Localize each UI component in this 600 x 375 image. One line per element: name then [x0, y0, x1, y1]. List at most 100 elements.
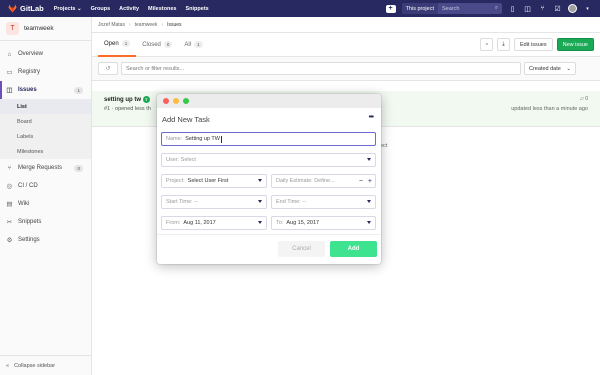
merge-requests-count-badge: 0 [74, 164, 83, 172]
merge-request-icon[interactable]: ⑂ [538, 5, 547, 12]
chevron-down-icon [367, 200, 371, 203]
issues-subnav: List Board Labels Milestones [0, 99, 91, 159]
sidebar-item-label: Snippets [18, 219, 42, 225]
recent-searches-button[interactable]: ↺ [98, 62, 118, 75]
add-task-button[interactable]: Add [330, 241, 377, 257]
filter-bar: ↺ Search or filter results... Created da… [92, 57, 600, 81]
merge-request-icon: ⑂ [7, 164, 12, 172]
sidebar-item-label: Settings [18, 237, 40, 243]
nav-groups[interactable]: Groups [91, 6, 111, 12]
chevron-down-icon[interactable]: ▾ [583, 6, 592, 12]
nav-snippets[interactable]: Snippets [185, 6, 208, 12]
tab-label: All [184, 41, 192, 48]
new-issue-button[interactable]: New issue [556, 38, 594, 51]
breadcrumb-separator: › [128, 21, 131, 28]
filter-search-input[interactable]: Search or filter results... [121, 62, 521, 75]
new-dropdown-plus-icon[interactable]: + [385, 4, 396, 13]
sidebar-item-label: Overview [18, 51, 44, 57]
gitlab-logo[interactable]: GitLab [8, 4, 44, 13]
chevron-down-icon [367, 221, 371, 224]
issue-meta: #1 · opened less th [104, 106, 151, 112]
collapse-sidebar-button[interactable]: « Collapse sidebar [0, 355, 91, 375]
sidebar-subitem-labels[interactable]: Labels [0, 129, 91, 144]
breadcrumb: Jozef Matas › teamweek › Issues [92, 17, 600, 33]
rss-button[interactable]: ◔ [480, 38, 494, 51]
sidebar-item-merge-requests[interactable]: ⑂ Merge Requests 0 [0, 159, 91, 177]
sidebar-item-issues[interactable]: ◫ Issues 1 [0, 81, 91, 99]
daily-estimate-label: Daily Estimate: Define... [276, 178, 335, 184]
to-date-label: To: [276, 220, 284, 226]
breadcrumb-user[interactable]: Jozef Matas [98, 22, 125, 28]
tab-label: Closed [142, 41, 161, 48]
to-date-value: Aug 15, 2017 [286, 220, 320, 226]
search-input[interactable]: Search ⌕ [438, 3, 502, 14]
snippets-icon: ✂ [6, 219, 13, 226]
start-time-label: Start Time: -- [166, 199, 198, 205]
breadcrumb-separator: › [161, 21, 164, 28]
task-name-input[interactable]: Name: Setting up TW [161, 132, 376, 146]
end-time-label: End Time: -- [276, 199, 306, 205]
user-avatar[interactable] [568, 4, 577, 13]
comments-count[interactable]: ▱ 0 [580, 96, 588, 102]
assignee-avatar: T [142, 96, 150, 103]
project-select[interactable]: Project: Select User First [161, 174, 267, 188]
sidebar-item-wiki[interactable]: ▤ Wiki [0, 195, 91, 213]
sidebar-item-label: Merge Requests [18, 165, 63, 171]
end-time-select[interactable]: End Time: -- [271, 195, 376, 209]
nav-activity[interactable]: Activity [119, 6, 139, 12]
partially-hidden-text: ect [380, 143, 388, 149]
todos-check-icon[interactable]: ☑ [553, 5, 562, 13]
sidebar-subitem-list[interactable]: List [0, 99, 91, 114]
daily-estimate-field[interactable]: Daily Estimate: Define... − + [271, 174, 376, 188]
chevron-down-icon [258, 179, 262, 182]
export-csv-button[interactable]: ⤓ [497, 38, 511, 51]
tab-all[interactable]: All 1 [178, 33, 208, 57]
breadcrumb-project[interactable]: teamweek [135, 22, 158, 28]
top-navbar: GitLab Projects ⌄ Groups Activity Milest… [0, 0, 600, 17]
maximize-window-icon[interactable] [183, 98, 189, 104]
wiki-icon: ▤ [6, 201, 13, 208]
sidebar-item-snippets[interactable]: ✂ Snippets [0, 213, 91, 231]
chevron-down-icon: ⌄ [566, 65, 571, 72]
sidebar-subitem-board[interactable]: Board [0, 114, 91, 129]
tab-closed[interactable]: Closed 0 [136, 33, 178, 57]
todo-icon[interactable]: ▯ [508, 5, 517, 13]
project-name: teamweek [24, 25, 54, 32]
breadcrumb-current[interactable]: Issues [167, 22, 181, 28]
sort-dropdown[interactable]: Created date ⌄ [524, 62, 576, 75]
minus-icon[interactable]: − [359, 178, 363, 185]
sidebar-subitem-milestones[interactable]: Milestones [0, 144, 91, 159]
issue-updated: updated less than a minute ago [511, 106, 588, 112]
search-box[interactable]: This project Search ⌕ [401, 3, 502, 14]
user-select[interactable]: User: Select [161, 153, 376, 167]
sidebar-item-label: Registry [18, 69, 41, 75]
add-task-modal: Add New Task ••• Name: Setting up TW User… [157, 94, 381, 264]
tab-open[interactable]: Open 1 [98, 33, 137, 57]
cancel-button[interactable]: Cancel [278, 241, 325, 257]
close-window-icon[interactable] [163, 98, 169, 104]
project-select-value: Select User First [187, 178, 229, 184]
to-date-picker[interactable]: To: Aug 15, 2017 [271, 216, 376, 230]
collapse-sidebar-label: Collapse sidebar [14, 362, 56, 369]
issues-icon[interactable]: ◫ [523, 5, 532, 13]
plus-icon[interactable]: + [368, 178, 372, 185]
from-date-picker[interactable]: From: Aug 11, 2017 [161, 216, 267, 230]
search-placeholder: Search [442, 5, 460, 12]
start-time-select[interactable]: Start Time: -- [161, 195, 267, 209]
from-date-label: From: [166, 220, 181, 226]
sidebar-item-label: CI / CD [18, 183, 38, 189]
project-header[interactable]: T teamweek [0, 17, 91, 41]
nav-projects[interactable]: Projects ⌄ [54, 6, 82, 12]
sidebar-item-settings[interactable]: ⚙ Settings [0, 231, 91, 249]
tab-label: Open [104, 40, 119, 47]
more-options-icon[interactable]: ••• [369, 114, 374, 121]
sidebar-item-overview[interactable]: ⌂ Overview [0, 45, 91, 63]
issue-title[interactable]: setting up tw T [104, 96, 150, 103]
tab-count: 1 [121, 40, 131, 47]
gitlab-fox-icon [8, 4, 17, 13]
minimize-window-icon[interactable] [173, 98, 179, 104]
edit-issues-button[interactable]: Edit issues [514, 38, 553, 51]
sidebar-item-registry[interactable]: ▭ Registry [0, 63, 91, 81]
sidebar-item-ci-cd[interactable]: ◎ CI / CD [0, 177, 91, 195]
nav-milestones[interactable]: Milestones [148, 6, 176, 12]
